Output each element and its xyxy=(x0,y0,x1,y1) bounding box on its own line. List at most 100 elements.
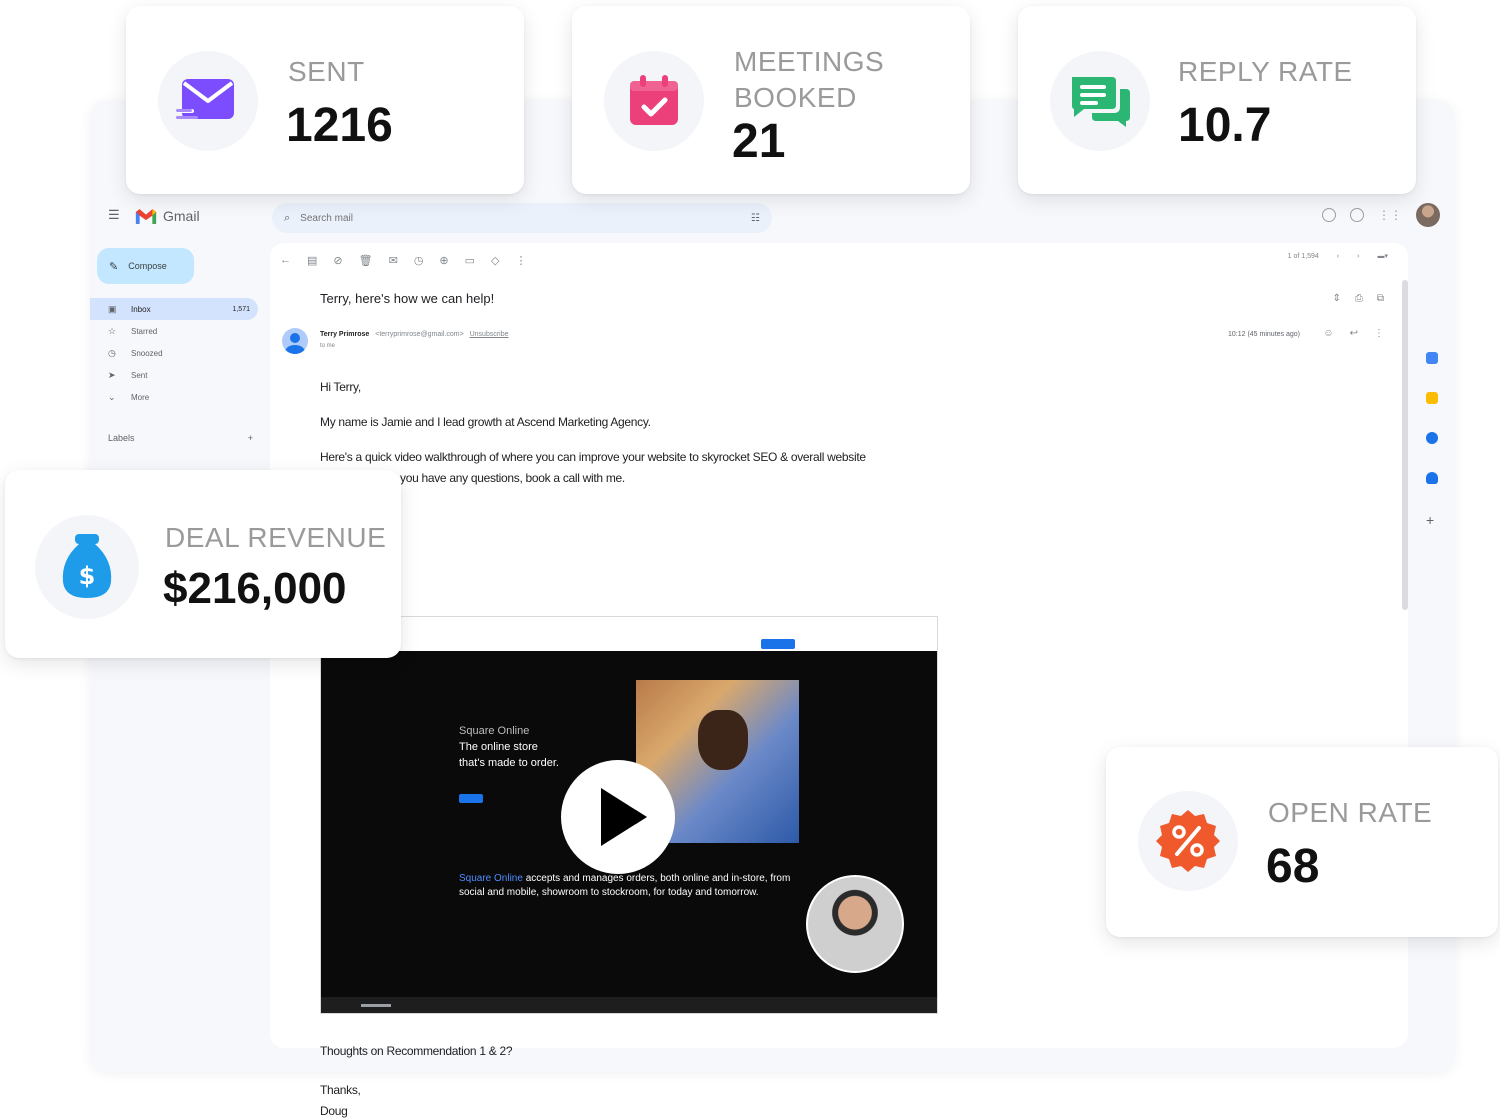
sidebar-item-inbox[interactable]: ▣ Inbox 1,571 xyxy=(90,298,258,320)
next-icon[interactable]: › xyxy=(1357,253,1359,260)
more-options-icon[interactable]: ⋮ xyxy=(516,254,527,267)
video-headline: Square Online The online store that's ma… xyxy=(459,723,559,771)
sent-value: 1216 xyxy=(286,99,393,152)
email-toolbar: ← ▤ ⊘ 🗑 ✉ ◷ ⊕ ▭ ◇ ⋮ xyxy=(280,251,527,269)
search-icon[interactable]: ⌕ xyxy=(284,212,290,225)
open-rate-label: OPEN RATE xyxy=(1268,797,1433,828)
topbar-icons: ⋮⋮ xyxy=(1322,203,1440,227)
report-icon[interactable]: ⊘ xyxy=(333,254,342,267)
mark-unread-icon[interactable]: ✉ xyxy=(389,254,398,267)
add-label-icon[interactable]: + xyxy=(248,433,253,443)
email-subject: Terry, here's how we can help! xyxy=(320,291,495,306)
video-site-button xyxy=(761,639,795,649)
more-icon[interactable]: ⋮ xyxy=(1374,328,1384,339)
unsubscribe-link[interactable]: Unsubscribe xyxy=(470,331,509,338)
sidebar-item-label: Inbox xyxy=(131,304,151,314)
sidebar-item-label: Starred xyxy=(131,326,158,336)
new-window-icon[interactable]: ⧉ xyxy=(1377,293,1384,304)
tasks-icon[interactable] xyxy=(1426,432,1438,444)
email-paragraph-2b: you have any questions, book a call with… xyxy=(400,471,625,485)
sender-avatar[interactable] xyxy=(282,328,308,354)
deal-revenue-label: DEAL REVENUE xyxy=(165,522,387,553)
help-icon[interactable] xyxy=(1322,208,1336,222)
compose-button[interactable]: ✎ Compose xyxy=(97,248,194,284)
play-button[interactable] xyxy=(561,760,675,874)
deal-revenue-card: $ DEAL REVENUE $216,000 xyxy=(5,470,401,658)
video-description: Square Online accepts and manages orders… xyxy=(459,872,804,900)
search-bar[interactable]: ⌕ ☷ xyxy=(272,203,772,233)
pencil-icon: ✎ xyxy=(109,260,119,273)
envelope-icon xyxy=(176,79,234,119)
sidebar-item-starred[interactable]: ☆ Starred xyxy=(90,320,262,342)
money-bag-icon: $ xyxy=(62,534,112,598)
input-tools-icon[interactable]: ▬▾ xyxy=(1377,252,1388,260)
meetings-card: MEETINGS BOOKED 21 xyxy=(572,6,970,194)
prev-icon[interactable]: ‹ xyxy=(1337,253,1339,260)
account-avatar[interactable] xyxy=(1416,203,1440,227)
sidebar-item-snoozed[interactable]: ◷ Snoozed xyxy=(90,342,262,364)
scrollbar[interactable] xyxy=(1402,280,1408,610)
add-task-icon[interactable]: ⊕ xyxy=(439,254,448,267)
video-desc-highlight: Square Online xyxy=(459,873,523,884)
label-icon[interactable]: ◇ xyxy=(491,254,499,267)
gmail-logo[interactable]: Gmail xyxy=(135,205,200,227)
expand-icon[interactable]: ⇕ xyxy=(1332,293,1340,304)
labels-heading: Labels xyxy=(108,433,135,443)
email-signoff: Thanks, xyxy=(320,1083,361,1097)
meetings-label: MEETINGS BOOKED xyxy=(734,44,884,116)
sidebar-item-more[interactable]: ⌄ More xyxy=(90,386,262,408)
sent-icon-circle xyxy=(158,51,258,151)
pager-text: 1 of 1,594 xyxy=(1287,252,1319,260)
filter-icon[interactable]: ☷ xyxy=(751,213,760,224)
send-icon: ➤ xyxy=(108,369,116,380)
video-headline-1: The online store xyxy=(459,741,538,753)
open-rate-icon-circle xyxy=(1138,791,1238,891)
video-controls[interactable] xyxy=(321,997,937,1013)
calendar-check-icon xyxy=(630,75,678,125)
archive-icon[interactable]: ▤ xyxy=(307,254,317,267)
back-icon[interactable]: ← xyxy=(280,254,291,266)
add-addon-icon[interactable]: + xyxy=(1426,512,1442,528)
settings-icon[interactable] xyxy=(1350,208,1364,222)
delete-icon[interactable]: 🗑 xyxy=(359,254,373,267)
video-headline-2: that's made to order. xyxy=(459,757,559,769)
email-paragraph-2a: Here's a quick video walkthrough of wher… xyxy=(320,450,866,464)
meetings-icon-circle xyxy=(604,51,704,151)
reply-rate-value: 10.7 xyxy=(1178,99,1272,152)
contacts-icon[interactable] xyxy=(1426,472,1438,484)
chevron-down-icon: ⌄ xyxy=(108,391,116,402)
keep-icon[interactable] xyxy=(1426,392,1438,404)
move-to-icon[interactable]: ▭ xyxy=(465,254,475,267)
recipient-line[interactable]: to me xyxy=(320,343,335,349)
video-brand: Square Online xyxy=(459,725,530,737)
reply-rate-label: REPLY RATE xyxy=(1178,56,1353,87)
snooze-icon[interactable]: ◷ xyxy=(414,254,424,267)
menu-icon[interactable]: ☰ xyxy=(108,208,122,221)
email-greeting: Hi Terry, xyxy=(320,380,361,394)
meetings-label-1: MEETINGS xyxy=(734,46,885,77)
percent-badge-icon xyxy=(1156,810,1220,872)
calendar-icon[interactable] xyxy=(1426,352,1438,364)
reply-icon-circle xyxy=(1050,51,1150,151)
meetings-label-2: BOOKED xyxy=(734,82,857,113)
subject-tools: ⇕ ⎙ ⧉ xyxy=(1332,293,1384,304)
open-rate-card: OPEN RATE 68 xyxy=(1106,747,1498,937)
sidebar-item-label: Sent xyxy=(131,370,148,380)
video-thumbnail[interactable]: Square Online The online store that's ma… xyxy=(320,616,938,1014)
reply-icon[interactable]: ↩ xyxy=(1350,328,1358,339)
progress-bar[interactable] xyxy=(361,1004,391,1007)
revenue-icon-circle: $ xyxy=(35,515,139,619)
sender-email: <terryprimrose@gmail.com> xyxy=(375,331,464,338)
gmail-m-icon xyxy=(135,208,157,224)
emoji-icon[interactable]: ☺ xyxy=(1323,328,1333,339)
print-icon[interactable]: ⎙ xyxy=(1355,293,1363,304)
email-paragraph-1: My name is Jamie and I lead growth at As… xyxy=(320,415,651,429)
sender-name: Terry Primrose xyxy=(320,331,370,338)
apps-icon[interactable]: ⋮⋮ xyxy=(1378,208,1402,222)
sidebar-item-sent[interactable]: ➤ Sent xyxy=(90,364,262,386)
compose-label: Compose xyxy=(128,261,167,271)
inbox-count: 1,571 xyxy=(232,305,250,313)
sender-line: Terry Primrose <terryprimrose@gmail.com>… xyxy=(320,331,509,338)
reply-rate-card: REPLY RATE 10.7 xyxy=(1018,6,1416,194)
search-input[interactable] xyxy=(298,211,752,225)
